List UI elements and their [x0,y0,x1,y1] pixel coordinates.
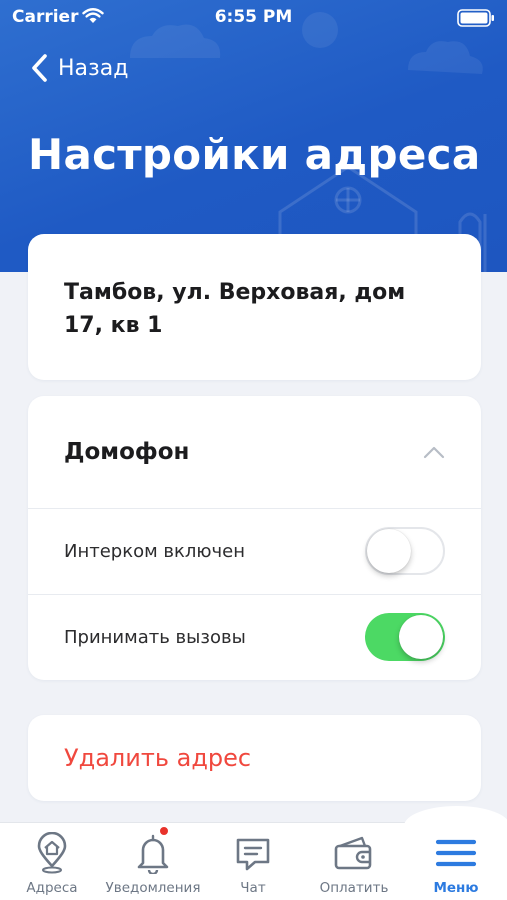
back-label: Назад [58,55,129,81]
header-banner: Carrier 6:55 PM Назад Настройки адреса [0,0,507,272]
tab-chat-label: Чат [240,880,266,896]
toggle-knob [367,529,411,573]
address-text: Тамбов, ул. Верховая, дом 17, кв 1 [64,280,406,338]
chevron-up-icon[interactable] [423,445,445,459]
clock-label: 6:55 PM [214,7,293,27]
tab-addresses[interactable]: Адреса [2,822,102,900]
intercom-enabled-toggle[interactable] [365,527,445,575]
tab-notifications-label: Уведомления [105,880,201,896]
tab-addresses-label: Адреса [26,880,78,896]
tab-chat[interactable]: Чат [203,822,303,900]
status-bar: Carrier 6:55 PM [0,0,507,36]
chevron-left-icon [32,54,47,82]
battery-icon [457,9,494,27]
bell-icon [137,834,169,874]
intercom-enabled-row: Интерком включен [28,508,481,594]
accept-calls-label: Принимать вызовы [64,626,246,648]
intercom-enabled-label: Интерком включен [64,540,246,562]
delete-address-button[interactable]: Удалить адрес [28,715,481,801]
tab-notifications[interactable]: Уведомления [103,822,203,900]
intercom-section: Домофон Интерком включен Принимать вызов… [28,396,481,680]
tab-pay[interactable]: Оплатить [304,822,404,900]
intercom-section-header[interactable]: Домофон [28,396,481,508]
accept-calls-toggle[interactable] [365,613,445,661]
delete-address-label: Удалить адрес [64,744,252,772]
hamburger-menu-icon [435,839,477,867]
location-pin-icon [37,832,67,874]
notification-badge [159,826,169,836]
tab-menu[interactable]: Меню [406,822,506,900]
tab-menu-label: Меню [433,880,479,896]
page-title: Настройки адреса [28,130,481,179]
tab-pay-label: Оплатить [319,880,389,896]
back-button[interactable]: Назад [30,50,128,86]
wallet-icon [334,836,372,870]
chat-bubble-icon [236,838,270,871]
toggle-knob [399,615,443,659]
address-card: Тамбов, ул. Верховая, дом 17, кв 1 [28,234,481,380]
accept-calls-row: Принимать вызовы [28,594,481,680]
intercom-section-title: Домофон [64,439,190,465]
